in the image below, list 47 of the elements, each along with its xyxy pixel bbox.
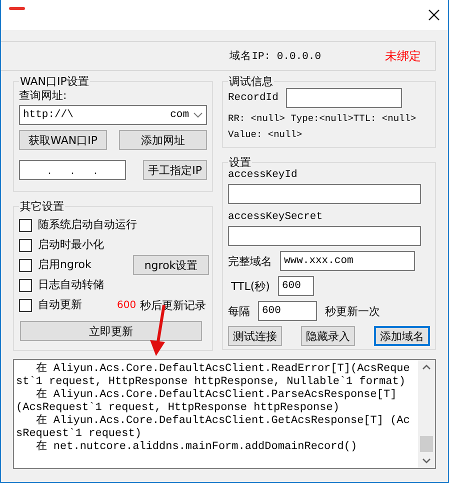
group-title: 设置 (228, 156, 252, 169)
log-box[interactable] (13, 359, 436, 469)
group-title: 调试信息 (228, 75, 274, 88)
debug-info-text: RR: <null> Type:<null>TTL: <null> (228, 112, 418, 125)
scroll-up-icon (422, 364, 431, 370)
wan-button[interactable]: 获取WAN口IP (19, 130, 107, 150)
group-title: 其它设置 (19, 200, 65, 213)
close-icon[interactable] (428, 9, 440, 21)
scroll-thumb[interactable] (420, 436, 433, 452)
settings-button[interactable]: 隐藏录入 (301, 326, 355, 346)
ngrok-settings-button[interactable]: ngrok设置 (133, 255, 209, 275)
url-combo[interactable]: http://\ com (19, 105, 207, 125)
domain-field[interactable]: www.xxx.com (280, 251, 415, 271)
access-key-id-field[interactable] (228, 184, 421, 204)
interval-field[interactable]: 600 (258, 301, 317, 321)
access-key-secret-field[interactable] (228, 226, 421, 246)
scroll-down-icon (422, 458, 431, 464)
group-title: WAN口IP设置 (19, 75, 90, 88)
record-id-label: RecordId (228, 92, 278, 104)
access-key-secret-label: accessKeySecret (228, 211, 324, 224)
access-key-id-label: accessKeyId (228, 169, 298, 182)
countdown-value: 600 (117, 298, 136, 312)
ttl-label: TTL(秒) (231, 280, 270, 292)
option-checkbox[interactable]: 启用ngrok (19, 257, 92, 273)
debug-info-text: Value: <null> (228, 128, 304, 141)
binding-status: 未绑定 (385, 48, 421, 64)
app-icon (9, 7, 25, 11)
wan-button[interactable]: 添加网址 (119, 130, 207, 150)
query-url-label: 查询网址: (19, 89, 68, 102)
ip-address-field[interactable]: . . . (19, 160, 126, 180)
option-checkbox[interactable]: 随系统启动自动运行 (19, 217, 137, 233)
caret-icon (193, 112, 203, 118)
interval-label: 每隔 (228, 304, 250, 318)
settings-button[interactable]: 测试连接 (228, 326, 282, 346)
manual-ip-button[interactable]: 手工指定IP (143, 160, 207, 180)
log-text: 在 Aliyun.Acs.Core.DefaultAcsClient.ReadError[T](AcsRequest`1 request, HttpResponse httpResponse, Nullable`1 format) 在 Aliyun.Acs.Core.DefaultAcsClient.ParseAcsResponse[T] (AcsRequest`1 request, HttpResponse httpResponse) 在 Aliyun.Acs.Core.DefaultAcsClient.GetAcsResponse[T] (AcsRequest`1 request) 在 net.nutcore.aliddns.mainForm.addDomainRecord() (15, 361, 411, 455)
record-id-field[interactable] (286, 88, 402, 108)
option-checkbox[interactable]: 日志自动转储 (19, 277, 104, 293)
interval-suffix: 秒更新一次 (325, 304, 380, 318)
domain-ip-text: 域名IP: 0.0.0.0 (230, 49, 321, 63)
option-checkbox[interactable]: 启动时最小化 (19, 237, 104, 253)
settings-button[interactable]: 添加域名 (374, 326, 430, 346)
ttl-field[interactable]: 600 (278, 276, 314, 296)
update-now-button[interactable]: 立即更新 (20, 321, 202, 341)
domain-label: 完整域名 (228, 254, 272, 268)
option-checkbox[interactable]: 自动更新 (19, 297, 82, 313)
scroll-bar[interactable] (418, 360, 435, 468)
